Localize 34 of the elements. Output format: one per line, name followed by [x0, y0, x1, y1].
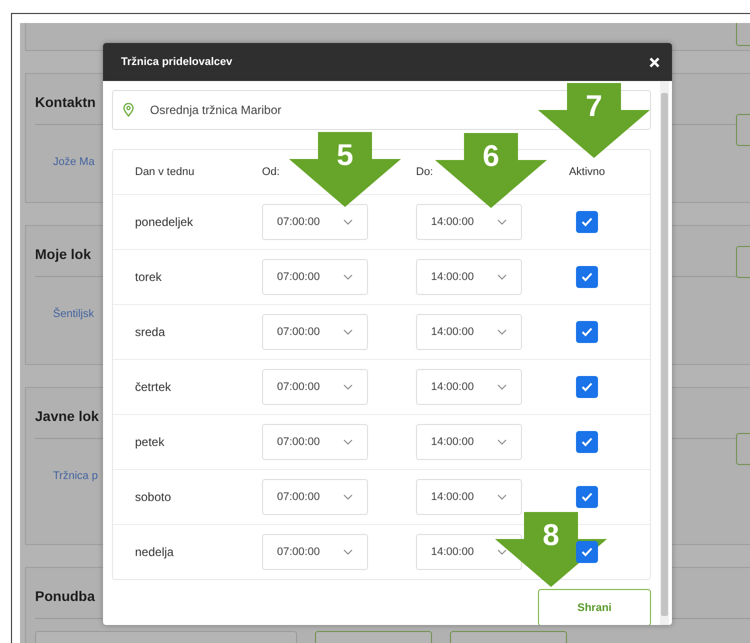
callout-number: 7 — [586, 91, 602, 123]
time-select[interactable]: 07:00:00 — [262, 534, 368, 570]
section-title: Javne lok — [35, 408, 99, 424]
day-name: soboto — [135, 490, 172, 504]
time-select[interactable]: 14:00:00 — [416, 204, 522, 240]
time-select[interactable]: 07:00:00 — [262, 369, 368, 405]
time-select[interactable]: 14:00:00 — [416, 314, 522, 350]
day-name: ponedeljek — [135, 215, 194, 229]
callout-number: 5 — [336, 140, 354, 172]
time-select[interactable]: 14:00:00 — [416, 259, 522, 295]
callout-number: 6 — [482, 141, 500, 173]
column-header: Do: — [416, 166, 434, 178]
time-select[interactable]: 07:00:00 — [262, 424, 368, 460]
time-select[interactable]: 14:00:00 — [416, 424, 522, 460]
time-select[interactable]: 14:00:00 — [416, 479, 522, 515]
day-name: sreda — [135, 325, 166, 339]
location-value: Osrednja tržnica Maribor — [150, 103, 282, 117]
time-select[interactable]: 07:00:00 — [262, 204, 368, 240]
day-name: četrtek — [135, 380, 172, 394]
callout-number: 8 — [542, 520, 560, 552]
time-select[interactable]: 07:00:00 — [262, 314, 368, 350]
section-title: Kontaktn — [35, 94, 96, 110]
day-name: torek — [135, 270, 163, 284]
section-title: Ponudba — [35, 588, 95, 604]
time-select[interactable]: 07:00:00 — [262, 479, 368, 515]
dialog-title: Tržnica pridelovalcev — [121, 56, 232, 68]
day-name: petek — [135, 435, 166, 449]
column-header: Dan v tednu — [135, 166, 194, 178]
column-header: Aktivno — [568, 166, 606, 178]
time-select[interactable]: 14:00:00 — [416, 369, 522, 405]
day-name: nedelja — [135, 545, 175, 559]
column-header: Od: — [262, 166, 280, 178]
time-select[interactable]: 07:00:00 — [262, 259, 368, 295]
section-title: Moje lok — [35, 246, 92, 262]
